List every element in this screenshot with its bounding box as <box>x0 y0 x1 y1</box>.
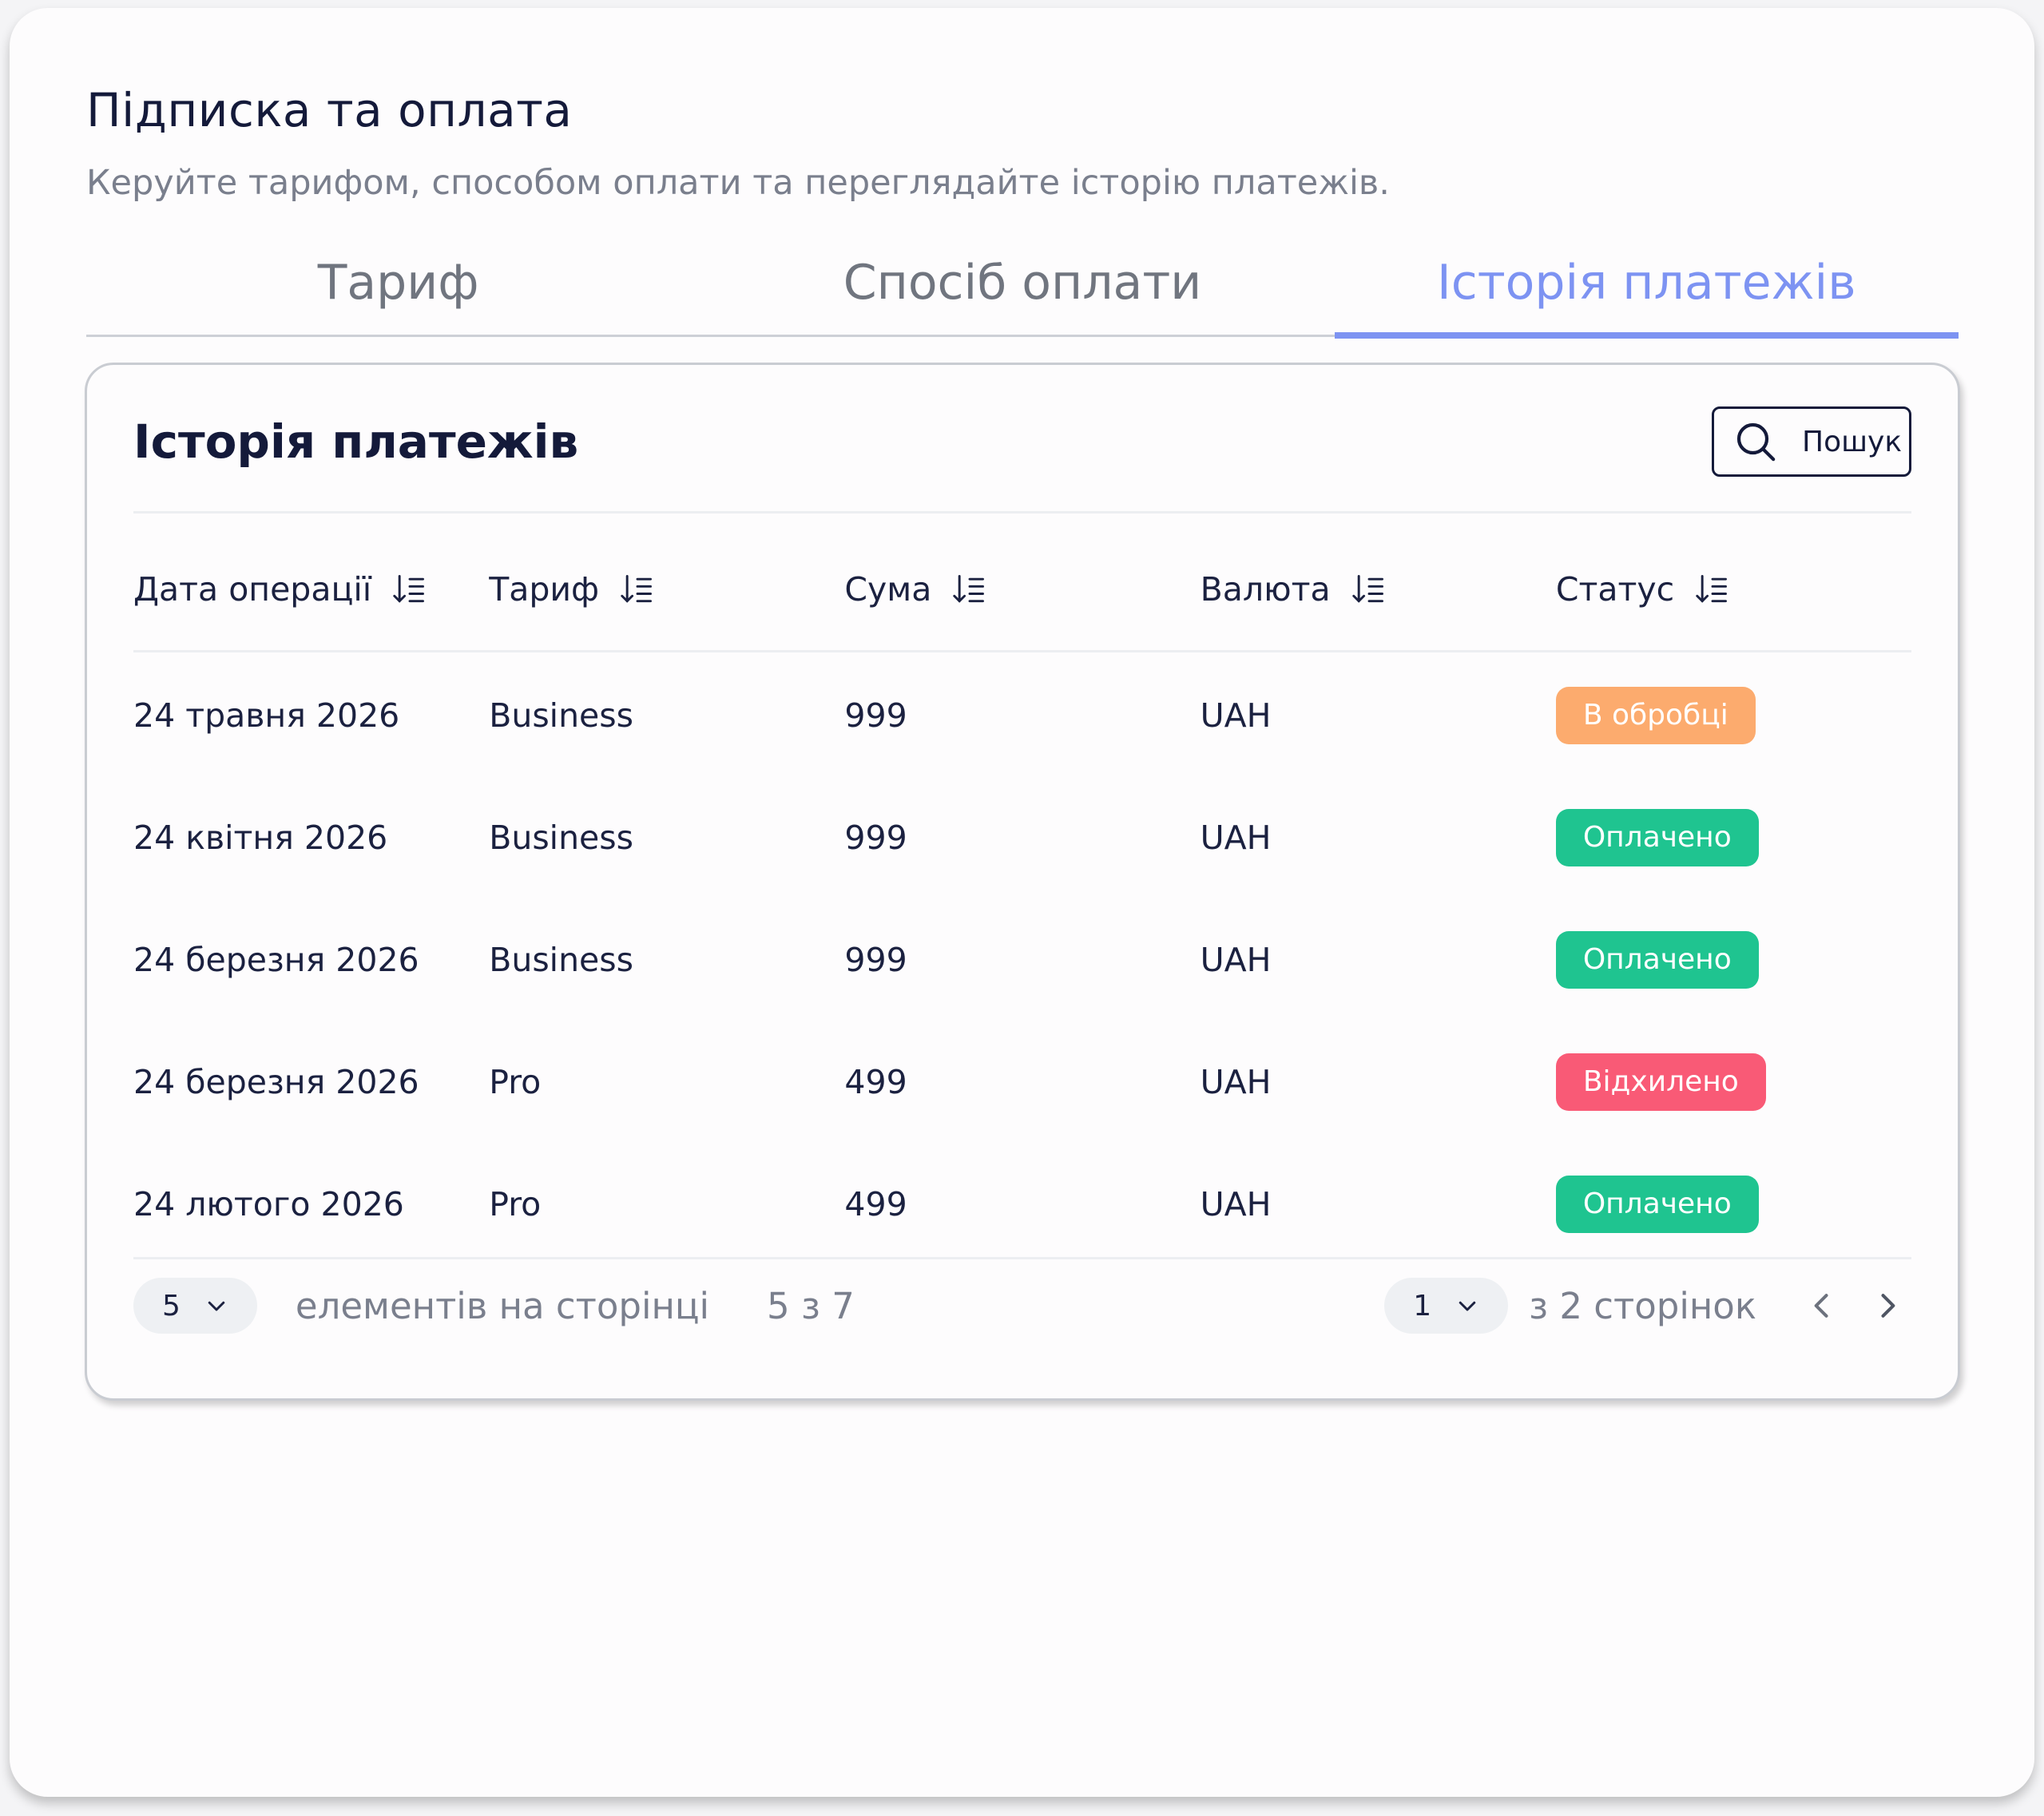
status-badge: В обробці <box>1555 686 1756 744</box>
table-body: 24 травня 2026 Business 999 UAH В обробц… <box>133 654 1911 1265</box>
table-header-divider <box>133 650 1911 652</box>
column-header-amount[interactable]: Сума <box>844 570 1200 609</box>
header-divider <box>133 511 1911 513</box>
cell-amount: 999 <box>844 696 907 735</box>
search-icon <box>1736 422 1776 462</box>
column-header-label: Сума <box>844 570 932 609</box>
tab-payment-method[interactable]: Спосіб оплати <box>710 248 1334 335</box>
page-value: 1 <box>1413 1289 1432 1322</box>
search-button[interactable]: Пошук <box>1712 406 1911 477</box>
tab-label: Спосіб оплати <box>843 254 1202 311</box>
table-header: Дата операції Тариф Сума Валюта Статус <box>133 529 1911 650</box>
cell-currency: UAH <box>1200 818 1272 857</box>
payment-history-card: Історія платежів Пошук Дата операції Тар… <box>85 363 1960 1401</box>
sort-icon[interactable] <box>952 572 987 607</box>
cell-plan: Pro <box>489 1184 542 1223</box>
cell-date: 24 квітня 2026 <box>133 818 388 857</box>
column-header-label: Валюта <box>1200 570 1331 609</box>
per-page-select[interactable]: 5 <box>133 1278 257 1334</box>
sort-icon[interactable] <box>1695 572 1730 607</box>
cell-date: 24 березня 2026 <box>133 1062 419 1101</box>
cell-date: 24 березня 2026 <box>133 940 419 979</box>
column-header-plan[interactable]: Тариф <box>489 570 844 609</box>
tab-payment-history[interactable]: Історія платежів <box>1334 248 1959 339</box>
cell-currency: UAH <box>1200 1062 1272 1101</box>
cell-amount: 499 <box>844 1184 907 1223</box>
sort-icon[interactable] <box>392 572 427 607</box>
range-text: 5 з 7 <box>767 1284 855 1327</box>
page-select[interactable]: 1 <box>1384 1278 1509 1334</box>
status-badge: Оплачено <box>1555 808 1759 866</box>
settings-page: Підписка та оплата Керуйте тарифом, спос… <box>10 8 2034 1797</box>
column-header-currency[interactable]: Валюта <box>1201 570 1556 609</box>
sort-icon[interactable] <box>1351 572 1387 607</box>
chevron-down-icon <box>1459 1301 1476 1311</box>
cell-amount: 499 <box>844 1062 907 1101</box>
cell-date: 24 лютого 2026 <box>133 1184 404 1223</box>
cell-plan: Pro <box>489 1062 542 1101</box>
cell-plan: Business <box>489 696 633 735</box>
table-row[interactable]: 24 березня 2026 Business 999 UAH Оплачен… <box>133 898 1911 1021</box>
table-row[interactable]: 24 травня 2026 Business 999 UAH В обробц… <box>133 654 1911 776</box>
status-badge: Оплачено <box>1555 930 1759 989</box>
chevron-right-icon[interactable] <box>1870 1288 1905 1323</box>
column-header-status[interactable]: Статус <box>1556 570 1911 609</box>
table-row[interactable]: 24 квітня 2026 Business 999 UAH Оплачено <box>133 776 1911 898</box>
tab-label: Історія платежів <box>1437 254 1856 311</box>
pagination-bar: 5 елементів на сторінці 5 з 7 1 з 2 стор… <box>133 1267 1911 1344</box>
column-header-label: Статус <box>1555 570 1675 609</box>
chevron-left-icon[interactable] <box>1804 1288 1840 1323</box>
cell-currency: UAH <box>1200 1184 1272 1223</box>
cell-date: 24 травня 2026 <box>133 696 400 735</box>
cell-currency: UAH <box>1200 696 1272 735</box>
cell-amount: 999 <box>844 940 907 979</box>
cell-currency: UAH <box>1200 940 1272 979</box>
status-badge: Оплачено <box>1555 1175 1759 1233</box>
column-header-label: Дата операції <box>133 570 372 609</box>
column-header-label: Тариф <box>489 570 600 609</box>
status-badge: Відхилено <box>1555 1053 1766 1111</box>
table-row[interactable]: 24 лютого 2026 Pro 499 UAH Оплачено <box>133 1143 1911 1265</box>
cell-plan: Business <box>489 818 633 857</box>
column-header-date[interactable]: Дата операції <box>133 570 489 609</box>
sort-icon[interactable] <box>620 572 655 607</box>
cell-amount: 999 <box>844 818 907 857</box>
search-label: Пошук <box>1802 425 1903 458</box>
per-page-label: елементів на сторінці <box>295 1284 710 1327</box>
per-page-value: 5 <box>162 1289 181 1322</box>
tab-bar: Тариф Спосіб оплати Історія платежів <box>86 248 1959 339</box>
card-title: Історія платежів <box>133 414 579 469</box>
tab-label: Тариф <box>317 254 479 311</box>
chevron-down-icon <box>208 1301 225 1311</box>
table-row[interactable]: 24 березня 2026 Pro 499 UAH Відхилено <box>133 1021 1911 1143</box>
page-title: Підписка та оплата <box>86 83 573 137</box>
page-subtitle: Керуйте тарифом, способом оплати та пере… <box>86 163 1390 203</box>
pages-text: з 2 сторінок <box>1529 1284 1756 1327</box>
cell-plan: Business <box>489 940 633 979</box>
tab-plan[interactable]: Тариф <box>86 248 710 335</box>
footer-divider <box>133 1257 1911 1259</box>
